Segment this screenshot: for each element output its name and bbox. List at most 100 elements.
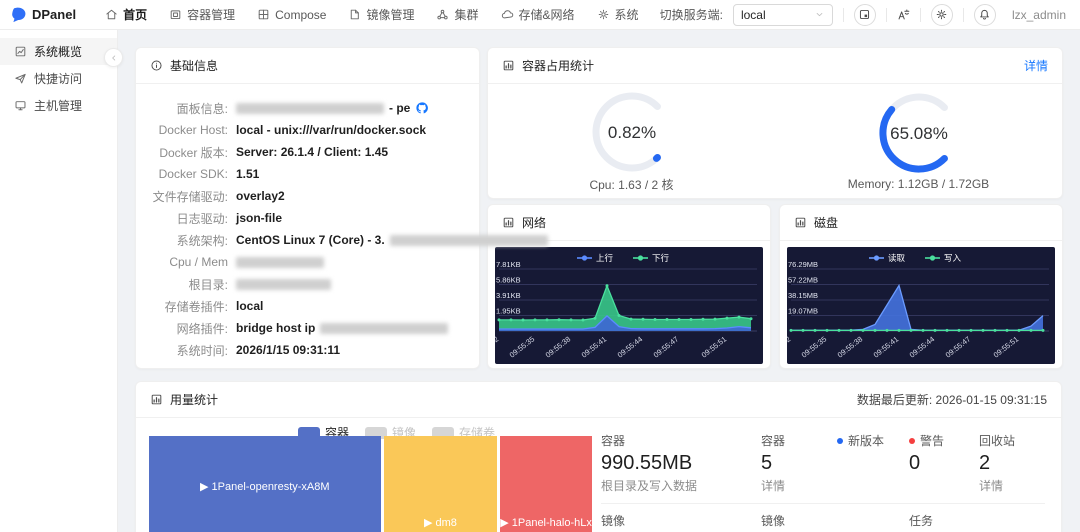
- info-row: Cpu / Mem: [142, 251, 463, 273]
- host-monitor-icon: [14, 99, 27, 112]
- svg-text:上行: 上行: [596, 253, 614, 263]
- widget-button[interactable]: [853, 3, 876, 26]
- stat-任务: 任务0: [909, 512, 979, 532]
- overview-chart-icon: [14, 45, 27, 58]
- treemap-block[interactable]: ▶ dm8: [383, 436, 498, 532]
- sidebar-collapse-button[interactable]: [104, 48, 123, 67]
- sidebar-item-2[interactable]: 主机管理: [0, 92, 117, 119]
- github-icon[interactable]: [415, 101, 429, 115]
- translate-icon[interactable]: [897, 8, 910, 21]
- gauge-label: Cpu: 1.63 / 2 核: [589, 177, 674, 192]
- nav-item-0[interactable]: 首页: [94, 0, 158, 30]
- nav-item-compose[interactable]: Compose: [246, 0, 337, 30]
- svg-text:09:55:35: 09:55:35: [508, 334, 537, 359]
- svg-text:09:55:38: 09:55:38: [544, 334, 573, 359]
- bar-chart-icon: [794, 216, 807, 229]
- stat-value: 2: [979, 452, 991, 474]
- svg-text:09:55:38: 09:55:38: [836, 334, 865, 359]
- brand-name: DPanel: [32, 7, 77, 22]
- stat-label: 镜像: [761, 514, 786, 528]
- svg-text:09:55:32: 09:55:32: [495, 334, 500, 359]
- svg-text:3.91KB: 3.91KB: [496, 291, 521, 300]
- gear-icon: [935, 8, 948, 21]
- main-nav: 首页 容器管理 Compose 镜像管理 集群 存储&网络 系统: [94, 0, 649, 30]
- nav-item-3[interactable]: 镜像管理: [337, 0, 425, 30]
- usage-stats-card: 用量统计 数据最后更新: 2026-01-15 09:31:15 容器 镜像 存储卷…: [135, 381, 1062, 532]
- settings-button[interactable]: [930, 3, 953, 26]
- mem-gauge: 65.08% Memory: 1.12GB / 1.72GB: [775, 91, 1062, 191]
- system-gear-icon: [597, 8, 610, 21]
- info-value: 2026/1/15 09:31:11: [236, 343, 341, 357]
- svg-text:1.95KB: 1.95KB: [496, 307, 521, 316]
- sidebar-item-0[interactable]: 系统概览: [0, 38, 117, 65]
- container-icon: [169, 8, 182, 21]
- sidebar-item-label: 主机管理: [34, 99, 83, 113]
- stat-sub-label: 根目录及写入数据: [601, 479, 698, 493]
- basic-info-title: 基础信息: [170, 59, 219, 73]
- info-value: CentOS Linux 7 (Core) - 3.: [236, 233, 548, 247]
- server-select-value: local: [740, 7, 766, 22]
- stat-label: 容器: [761, 434, 786, 448]
- stat-label: 容器: [601, 434, 626, 448]
- gauge-percent: 0.82%: [607, 123, 655, 142]
- stat-value: 5: [761, 452, 773, 474]
- treemap-block[interactable]: ▶ 1Panel-halo-hLxS: [500, 436, 600, 532]
- bar-chart-icon: [150, 393, 163, 406]
- stat-detail-link[interactable]: 详情: [979, 477, 1039, 494]
- info-value: Server: 26.1.4 / Client: 1.45: [236, 145, 389, 159]
- stat-label: 警告: [920, 434, 945, 448]
- cpu-gauge: 0.82% Cpu: 1.63 / 2 核: [488, 90, 775, 193]
- svg-text:38.15MB: 38.15MB: [788, 291, 818, 300]
- svg-text:76.29MB: 76.29MB: [788, 260, 818, 269]
- treemap-block[interactable]: ▶ 1Panel-openresty-xA8M: [149, 436, 381, 532]
- info-label: 文件存储驱动:: [152, 189, 228, 204]
- info-label: Docker Host:: [158, 123, 228, 137]
- info-row: 面板信息: - pe: [142, 97, 463, 119]
- info-label: 根目录:: [188, 277, 228, 292]
- treemap-label: ▶ 1Panel-halo-hLxS: [500, 517, 600, 529]
- nav-item-label: 容器管理: [187, 8, 236, 22]
- basic-info-card: 基础信息 面板信息: - pe Docker Host: local - unix:/…: [135, 47, 548, 369]
- image-file-icon: [348, 8, 361, 21]
- network-title: 网络: [522, 216, 547, 230]
- content-area: 基础信息 面板信息: - pe Docker Host: local - unix:/…: [118, 30, 1080, 532]
- stat-镜像: 镜像3: [761, 512, 837, 532]
- sidebar-item-label: 系统概览: [34, 45, 83, 59]
- stat-警告: 警告 0: [909, 432, 979, 494]
- server-select[interactable]: local: [732, 3, 833, 26]
- info-value: [236, 278, 331, 290]
- stat-容器: 容器 990.55MB 根目录及写入数据: [601, 432, 761, 494]
- sidebar-item-1[interactable]: 快捷访问: [0, 65, 117, 92]
- nav-item-1[interactable]: 容器管理: [158, 0, 246, 30]
- svg-text:09:55:44: 09:55:44: [908, 334, 937, 359]
- stat-value: 990.55MB: [601, 452, 693, 474]
- bar-chart-icon: [502, 216, 515, 229]
- disk-title: 磁盘: [814, 216, 839, 230]
- info-row: Docker 版本: Server: 26.1.4 / Client: 1.45: [142, 141, 463, 163]
- disk-card: 磁盘 19.07MB 38.15MB 57.22MB 76.29MB 09:55:32 0…: [764, 204, 1063, 369]
- svg-text:读取: 读取: [888, 253, 906, 263]
- stat-label: 任务: [909, 514, 934, 528]
- info-row: 文件存储驱动: overlay2: [142, 185, 463, 207]
- container-usage-detail-link[interactable]: 详情: [1024, 57, 1048, 74]
- widget-icon: [858, 8, 871, 21]
- network-card: 网络 1.95KB 3.91KB 5.86KB 7.81KB 09:55:32 09:55…: [472, 204, 771, 369]
- svg-text:09:55:47: 09:55:47: [944, 334, 973, 359]
- stat-镜像: 镜像9.47GB: [601, 512, 761, 532]
- last-update-text: 数据最后更新: 2026-01-15 09:31:15: [856, 393, 1047, 407]
- info-label: 日志驱动:: [176, 211, 228, 226]
- info-value: json-file: [236, 211, 283, 225]
- nav-item-6[interactable]: 系统: [586, 0, 650, 30]
- nav-item-label: Compose: [275, 7, 327, 22]
- nav-item-4[interactable]: 集群: [425, 0, 489, 30]
- stat-detail-link[interactable]: 详情: [761, 477, 831, 494]
- sidebar-item-label: 快捷访问: [34, 72, 83, 86]
- username[interactable]: lzx_admin: [1012, 8, 1066, 22]
- bell-icon: [978, 8, 991, 21]
- nav-item-5[interactable]: 存储&网络: [490, 0, 586, 30]
- notifications-button[interactable]: [973, 3, 996, 26]
- status-dot: [837, 437, 843, 444]
- stat-新版本: 新版本: [837, 432, 909, 494]
- info-row: 存储卷插件: local: [142, 295, 463, 317]
- divider: [842, 7, 844, 22]
